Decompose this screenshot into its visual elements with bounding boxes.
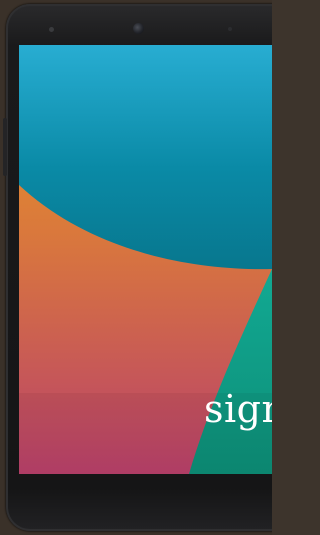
notification-led (49, 27, 54, 32)
front-camera-icon (133, 23, 144, 34)
phone-bottom-bezel (19, 474, 272, 529)
volume-button[interactable] (3, 118, 7, 176)
device-stage: sign (0, 0, 272, 535)
phone-screen[interactable]: sign (19, 45, 272, 474)
proximity-sensor (228, 27, 232, 31)
sign-in-label[interactable]: sign (204, 385, 272, 433)
